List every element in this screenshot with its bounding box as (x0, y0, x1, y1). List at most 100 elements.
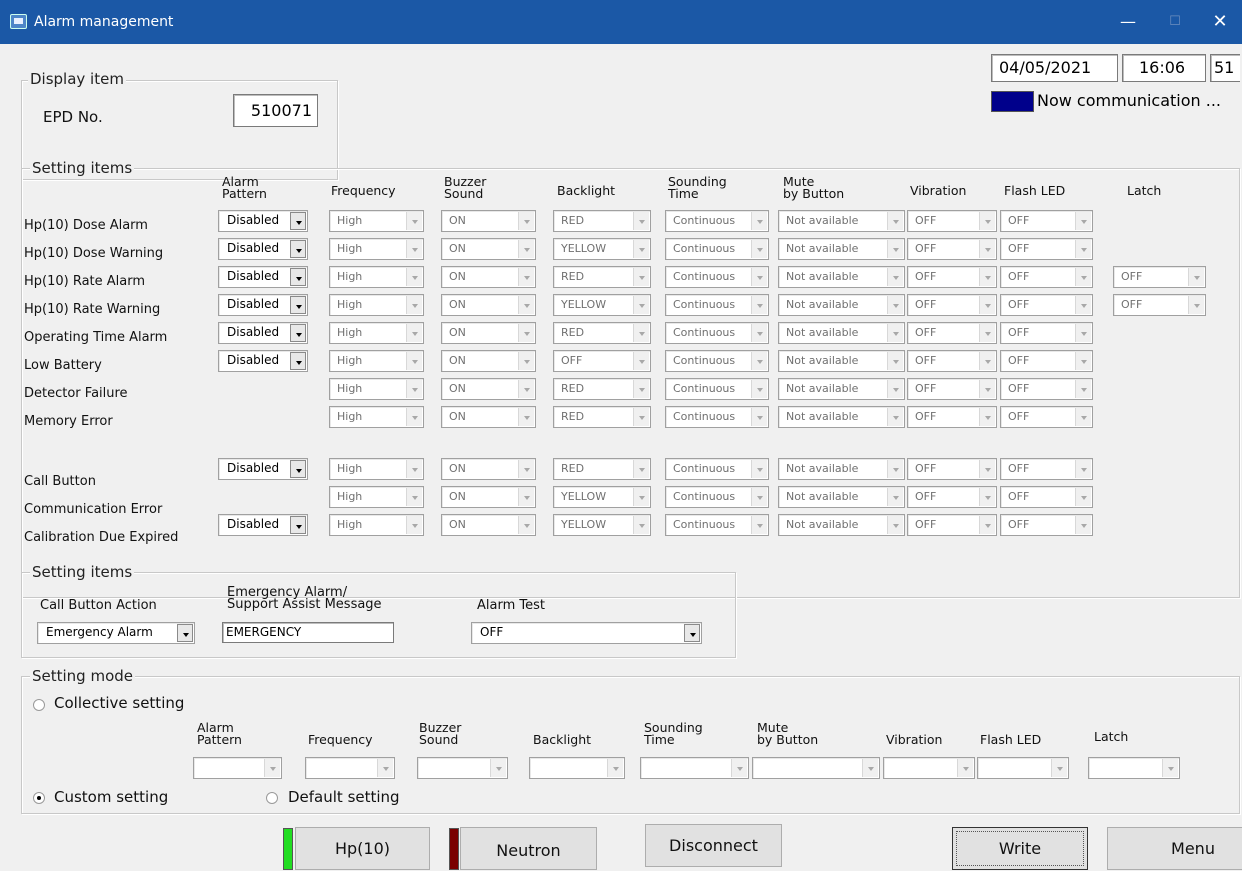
frequency-select: High (329, 266, 424, 288)
alarm-pattern-value: Disabled (227, 241, 280, 255)
vibration-select: OFF (907, 322, 997, 344)
mute-by-button-select: Not available (778, 266, 905, 288)
chevron-down-icon (887, 460, 903, 478)
vibration-select: OFF (907, 350, 997, 372)
vibration-select: OFF (907, 294, 997, 316)
chevron-down-icon (633, 212, 649, 230)
setting-row-label: Calibration Due Expired (24, 530, 179, 545)
mode-latch-select (1088, 757, 1180, 779)
chevron-down-icon (1075, 380, 1091, 398)
time-field: 16:06 (1122, 54, 1206, 82)
sounding-time-value: Continuous (673, 490, 736, 503)
chevron-down-icon (406, 380, 422, 398)
time-value: 16:06 (1139, 58, 1186, 77)
disconnect-button[interactable]: Disconnect (645, 824, 782, 867)
epd-number-value: 510071 (250, 101, 312, 120)
alarm-pattern-select[interactable]: Disabled (218, 458, 308, 480)
mode-header-latch: Latch (1094, 729, 1129, 744)
vibration-value: OFF (915, 298, 937, 311)
buzzer-sound-select: ON (441, 322, 536, 344)
chevron-down-icon (490, 759, 506, 777)
window-title: Alarm management (34, 14, 174, 30)
default-setting-label[interactable]: Default setting (288, 789, 400, 806)
chevron-down-icon (979, 268, 995, 286)
menu-button[interactable]: Menu (1107, 827, 1242, 870)
flash-led-value: OFF (1008, 354, 1030, 367)
header-flash-led: Flash LED (1004, 183, 1066, 198)
backlight-value: YELLOW (561, 298, 607, 311)
chevron-down-icon (607, 759, 623, 777)
frequency-select: High (329, 238, 424, 260)
code-field: 51 (1210, 54, 1240, 82)
message-input[interactable]: EMERGENCY (222, 622, 394, 643)
chevron-down-icon (751, 240, 767, 258)
date-field: 04/05/2021 (991, 54, 1118, 82)
hp10-button[interactable]: Hp(10) (295, 827, 430, 870)
chevron-down-icon (979, 212, 995, 230)
custom-setting-label[interactable]: Custom setting (54, 789, 168, 806)
chevron-down-icon (406, 460, 422, 478)
buzzer-sound-value: ON (449, 382, 466, 395)
frequency-select: High (329, 210, 424, 232)
chevron-down-icon (633, 240, 649, 258)
flash-led-value: OFF (1008, 270, 1030, 283)
vibration-value: OFF (915, 518, 937, 531)
mute-by-button-value: Not available (786, 242, 859, 255)
frequency-value: High (337, 326, 363, 339)
chevron-down-icon (290, 212, 306, 230)
flash-led-select: OFF (1000, 486, 1093, 508)
close-button[interactable]: ✕ (1197, 0, 1242, 44)
flash-led-select: OFF (1000, 322, 1093, 344)
call-button-action-select[interactable]: Emergency Alarm (37, 622, 195, 644)
custom-setting-radio[interactable] (33, 792, 45, 804)
alarm-pattern-select[interactable]: Disabled (218, 266, 308, 288)
backlight-value: YELLOW (561, 518, 607, 531)
default-setting-radio[interactable] (266, 792, 278, 804)
collective-setting-label[interactable]: Collective setting (54, 695, 184, 712)
neutron-button-label: Neutron (496, 841, 561, 860)
frequency-value: High (337, 298, 363, 311)
backlight-select: RED (553, 266, 651, 288)
sounding-time-value: Continuous (673, 270, 736, 283)
chevron-down-icon (887, 516, 903, 534)
chevron-down-icon (518, 352, 534, 370)
vibration-value: OFF (915, 490, 937, 503)
latch-select: OFF (1113, 266, 1206, 288)
write-button[interactable]: Write (952, 827, 1088, 870)
collective-setting-radio[interactable] (33, 699, 45, 711)
alarm-pattern-select[interactable]: Disabled (218, 238, 308, 260)
header-alarm-pattern: Alarm Pattern (222, 174, 267, 201)
flash-led-select: OFF (1000, 210, 1093, 232)
chevron-down-icon (979, 240, 995, 258)
chevron-down-icon (518, 488, 534, 506)
alarm-pattern-value: Disabled (227, 325, 280, 339)
mode-buzzer-sound-select (417, 757, 508, 779)
buzzer-sound-value: ON (449, 298, 466, 311)
alarm-pattern-select[interactable]: Disabled (218, 350, 308, 372)
chevron-down-icon (979, 324, 995, 342)
chevron-down-icon (518, 296, 534, 314)
frequency-value: High (337, 490, 363, 503)
flash-led-value: OFF (1008, 518, 1030, 531)
chevron-down-icon (979, 408, 995, 426)
neutron-button[interactable]: Neutron (460, 827, 597, 870)
frequency-select: High (329, 458, 424, 480)
mute-by-button-value: Not available (786, 326, 859, 339)
flash-led-select: OFF (1000, 238, 1093, 260)
backlight-select: YELLOW (553, 514, 651, 536)
chevron-down-icon (406, 408, 422, 426)
alarm-pattern-select[interactable]: Disabled (218, 322, 308, 344)
alarm-test-select[interactable]: OFF (471, 622, 702, 644)
header-latch: Latch (1127, 183, 1162, 198)
frequency-value: High (337, 354, 363, 367)
alarm-pattern-select[interactable]: Disabled (218, 210, 308, 232)
app-icon (10, 14, 27, 29)
minimize-button[interactable]: — (1105, 0, 1151, 44)
alarm-pattern-select[interactable]: Disabled (218, 514, 308, 536)
message-label: Emergency Alarm/ Support Assist Message (227, 585, 382, 612)
mute-by-button-value: Not available (786, 382, 859, 395)
sounding-time-select: Continuous (665, 350, 769, 372)
alarm-pattern-select[interactable]: Disabled (218, 294, 308, 316)
chevron-down-icon (633, 516, 649, 534)
mute-by-button-value: Not available (786, 490, 859, 503)
